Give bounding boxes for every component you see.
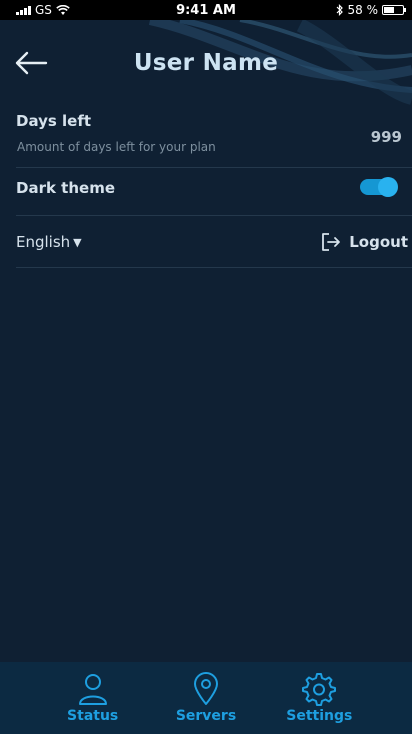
dark-theme-row: Dark theme [16, 168, 412, 216]
days-left-label: Days left [16, 112, 92, 130]
caret-down-icon: ▼ [73, 235, 82, 249]
tab-status[interactable]: Status [48, 672, 138, 724]
language-select[interactable]: English ▼ [16, 233, 82, 251]
status-left: GS [16, 3, 70, 17]
status-bar: GS 9:41 AM 58 % [0, 0, 412, 20]
dark-theme-toggle[interactable] [360, 177, 398, 197]
gear-icon [302, 673, 337, 706]
signal-icon [16, 5, 31, 15]
tab-bar: Status Servers Settings [0, 662, 412, 734]
page-title: User Name [133, 50, 279, 76]
tab-servers-label: Servers [175, 708, 237, 724]
carrier-label: GS [35, 3, 52, 17]
logout-label: Logout [349, 233, 408, 251]
bluetooth-icon [336, 4, 343, 16]
battery-icon [382, 5, 406, 15]
user-icon [78, 674, 107, 705]
wifi-icon [56, 4, 70, 15]
status-right: 58 % [336, 3, 406, 17]
logout-icon [322, 233, 341, 251]
language-value: English [16, 233, 71, 251]
tab-status-label: Status [67, 708, 119, 724]
settings-list: Days left Amount of days left for your p… [16, 110, 412, 268]
language-logout-row: English ▼ Logout [16, 216, 412, 268]
days-left-description: Amount of days left for your plan [17, 140, 216, 154]
days-left-row: Days left Amount of days left for your p… [16, 110, 412, 168]
days-left-value: 999 [370, 128, 402, 146]
toggle-knob [378, 177, 398, 197]
logout-button[interactable]: Logout [320, 231, 408, 253]
battery-level [384, 7, 395, 13]
tab-servers[interactable]: Servers [161, 672, 251, 724]
header: User Name [0, 20, 412, 110]
tab-settings-label: Settings [286, 708, 353, 724]
map-pin-icon [193, 672, 218, 705]
dark-theme-label: Dark theme [16, 179, 115, 197]
battery-percent: 58 % [347, 3, 379, 17]
tab-settings[interactable]: Settings [274, 672, 364, 724]
